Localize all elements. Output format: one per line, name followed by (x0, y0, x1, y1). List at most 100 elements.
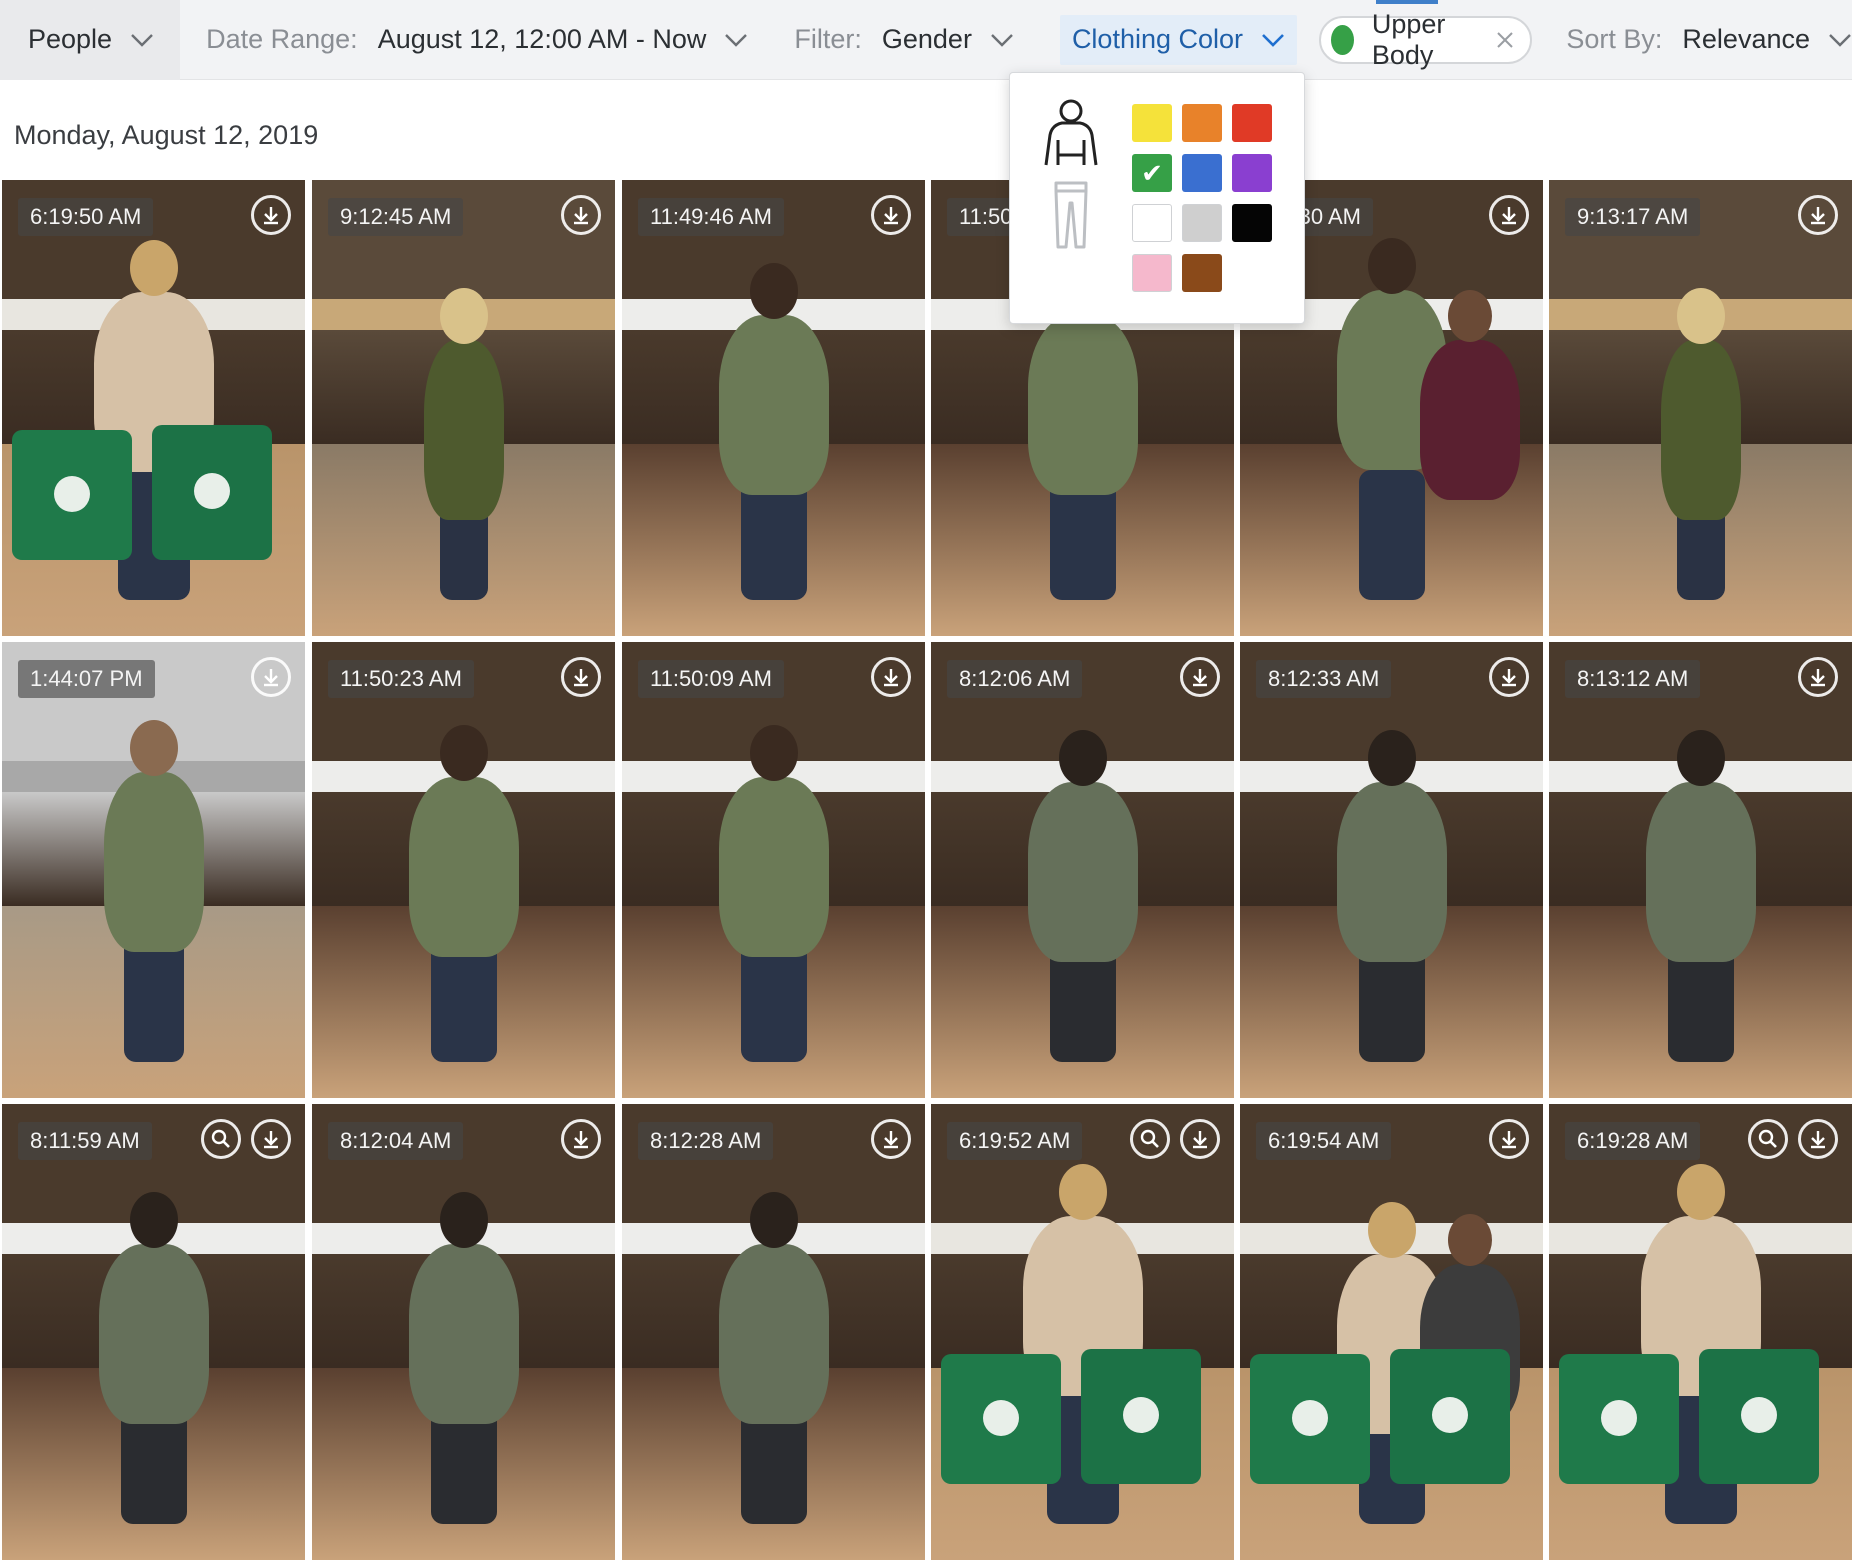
color-swatch-white[interactable] (1132, 204, 1172, 242)
download-icon[interactable] (561, 195, 601, 235)
timestamp-label: 8:12:28 AM (638, 1122, 774, 1160)
timestamp-label: 8:12:04 AM (328, 1122, 464, 1160)
filter-value: Gender (881, 24, 972, 54)
download-icon[interactable] (1489, 657, 1529, 697)
result-thumbnail[interactable]: 8:12:28 AM (622, 1104, 925, 1560)
result-thumbnail[interactable]: 11:50:09 AM (622, 642, 925, 1098)
download-icon[interactable] (561, 657, 601, 697)
download-icon[interactable] (561, 1119, 601, 1159)
timestamp-label: 11:50:09 AM (638, 660, 784, 698)
active-tab-indicator (1376, 0, 1438, 4)
timestamp-label: 6:19:50 AM (18, 198, 154, 236)
download-icon[interactable] (1798, 657, 1838, 697)
result-thumbnail[interactable]: 6:19:52 AM (931, 1104, 1234, 1560)
camera-snapshot (931, 642, 1234, 1098)
result-thumbnail[interactable]: 8:12:33 AM (1240, 642, 1543, 1098)
filter-label: Filter: (794, 24, 862, 54)
color-swatch-pink[interactable] (1132, 254, 1172, 292)
result-thumbnail[interactable]: 8:12:04 AM (312, 1104, 615, 1560)
timestamp-label: 8:12:06 AM (947, 660, 1083, 698)
download-icon[interactable] (1180, 1119, 1220, 1159)
timestamp-label: 9:13:17 AM (1565, 198, 1701, 236)
result-thumbnail[interactable]: 8:13:12 AM (1549, 642, 1852, 1098)
date-range-value: August 12, 12:00 AM - Now (377, 24, 707, 54)
camera-snapshot (622, 180, 925, 636)
zoom-icon[interactable] (1130, 1119, 1170, 1159)
color-swatch-purple[interactable] (1232, 154, 1272, 192)
camera-snapshot (2, 180, 305, 636)
camera-snapshot (2, 642, 305, 1098)
result-thumbnail[interactable]: 11:50:23 AM (312, 642, 615, 1098)
clothing-color-label: Clothing Color (1071, 24, 1244, 54)
camera-snapshot (1549, 180, 1852, 636)
lower-body-option[interactable] (1036, 177, 1106, 257)
color-swatch-green[interactable]: ✔ (1132, 154, 1172, 192)
color-swatch-yellow[interactable] (1132, 104, 1172, 142)
download-icon[interactable] (251, 1119, 291, 1159)
zoom-icon[interactable] (1748, 1119, 1788, 1159)
camera-snapshot (2, 1104, 305, 1560)
download-icon[interactable] (1489, 195, 1529, 235)
lower-body-icon (1054, 181, 1088, 249)
result-thumbnail[interactable]: 9:13:17 AM (1549, 180, 1852, 636)
camera-snapshot (1549, 1104, 1852, 1560)
upper-body-option[interactable] (1036, 95, 1106, 175)
chevron-down-icon (724, 33, 748, 47)
download-icon[interactable] (251, 657, 291, 697)
download-icon[interactable] (871, 195, 911, 235)
download-icon[interactable] (871, 1119, 911, 1159)
download-icon[interactable] (1798, 1119, 1838, 1159)
chevron-down-icon (1261, 33, 1285, 47)
upper-body-filter-chip: Upper Body (1319, 9, 1533, 70)
date-range-label: Date Range: (206, 24, 358, 54)
result-thumbnail[interactable]: 8:12:06 AM (931, 642, 1234, 1098)
sort-dropdown[interactable]: Sort By: Relevance (1532, 0, 1852, 80)
result-thumbnail[interactable]: 9:12:45 AM (312, 180, 615, 636)
zoom-icon[interactable] (201, 1119, 241, 1159)
chevron-down-icon (1828, 33, 1852, 47)
chevron-down-icon (130, 33, 154, 47)
camera-snapshot (931, 1104, 1234, 1560)
chip-label: Upper Body (1371, 8, 1446, 70)
download-icon[interactable] (1489, 1119, 1529, 1159)
timestamp-label: 11:49:46 AM (638, 198, 784, 236)
color-swatch-red[interactable] (1232, 104, 1272, 142)
date-heading: Monday, August 12, 2019 (14, 120, 319, 150)
people-label: People (28, 24, 113, 54)
camera-snapshot (1549, 642, 1852, 1098)
download-icon[interactable] (251, 195, 291, 235)
timestamp-label: 9:12:45 AM (328, 198, 464, 236)
clothing-color-dropdown[interactable]: Clothing Color (1059, 14, 1298, 65)
people-dropdown[interactable]: People (0, 0, 181, 80)
timestamp-label: 8:11:59 AM (18, 1122, 152, 1160)
gender-filter-dropdown[interactable]: Filter: Gender (748, 0, 1014, 80)
color-swatch-brown[interactable] (1182, 254, 1222, 292)
timestamp-label: 8:13:12 AM (1565, 660, 1701, 698)
download-icon[interactable] (1798, 195, 1838, 235)
result-thumbnail[interactable]: 6:19:28 AM (1549, 1104, 1852, 1560)
result-thumbnail[interactable]: 6:19:54 AM (1240, 1104, 1543, 1560)
clothing-color-popup: ✔ (1009, 72, 1305, 324)
timestamp-label: 6:19:28 AM (1565, 1122, 1701, 1160)
chevron-down-icon (990, 33, 1014, 47)
camera-snapshot (622, 642, 925, 1098)
upper-body-icon (1044, 99, 1098, 166)
camera-snapshot (1240, 1104, 1543, 1560)
close-icon[interactable] (1496, 31, 1514, 49)
toolbar: People Date Range: August 12, 12:00 AM -… (0, 0, 1852, 80)
sort-value: Relevance (1682, 24, 1810, 54)
timestamp-label: 6:19:54 AM (1256, 1122, 1392, 1160)
date-range-dropdown[interactable]: Date Range: August 12, 12:00 AM - Now (180, 0, 748, 80)
download-icon[interactable] (1180, 657, 1220, 697)
camera-snapshot (312, 642, 615, 1098)
result-thumbnail[interactable]: 6:19:50 AM (2, 180, 305, 636)
result-thumbnail[interactable]: 8:11:59 AM (2, 1104, 305, 1560)
color-swatch-orange[interactable] (1182, 104, 1222, 142)
color-swatch-gray[interactable] (1182, 204, 1222, 242)
camera-snapshot (1240, 642, 1543, 1098)
color-swatch-black[interactable] (1232, 204, 1272, 242)
result-thumbnail[interactable]: 11:49:46 AM (622, 180, 925, 636)
color-swatch-blue[interactable] (1182, 154, 1222, 192)
download-icon[interactable] (871, 657, 911, 697)
result-thumbnail[interactable]: 1:44:07 PM (2, 642, 305, 1098)
